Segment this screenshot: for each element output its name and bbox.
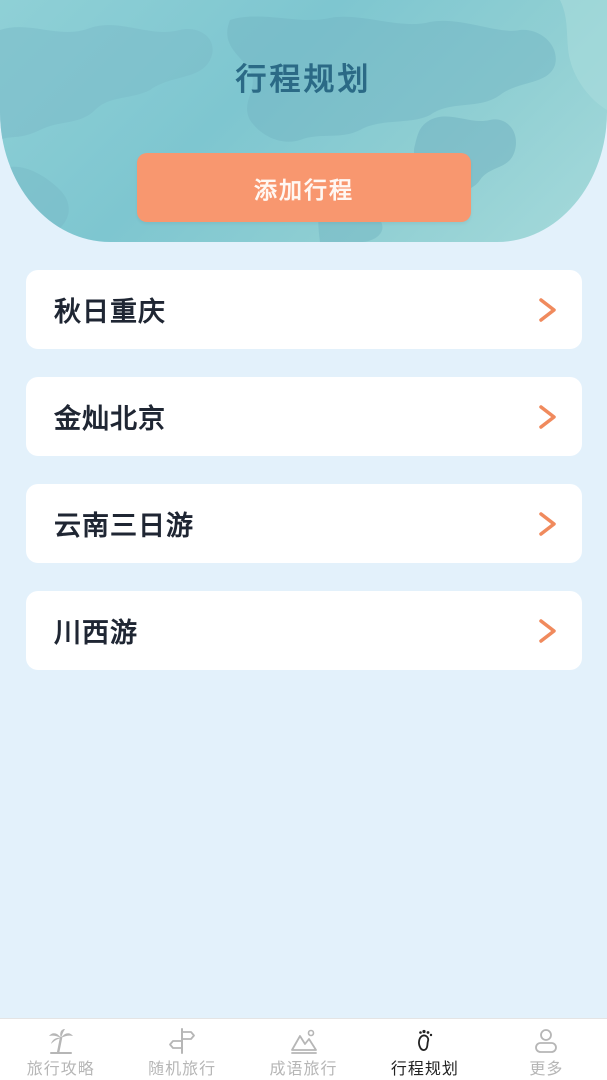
nav-tab-more[interactable]: 更多 [486,1019,607,1080]
chevron-right-icon [539,298,556,322]
add-trip-button[interactable]: 添加行程 [137,153,471,222]
mountain-icon [290,1029,317,1054]
header-banner: 行程规划 添加行程 [0,0,607,242]
chevron-right-icon [539,512,556,536]
nav-label: 成语旅行 [269,1059,338,1078]
chevron-right-icon [539,619,556,643]
trip-planning-screen: 行程规划 添加行程 秋日重庆 金灿北京 云南三日游 川西游 旅行攻略 随机旅行 … [0,0,607,1080]
user-icon [535,1029,558,1053]
nav-tab-trip-planning[interactable]: 行程规划 [364,1019,485,1080]
bottom-navigation: 旅行攻略 随机旅行 成语旅行 行程规划 更多 [0,1018,607,1080]
nav-tab-idiom-travel[interactable]: 成语旅行 [243,1019,364,1080]
chevron-right-icon [539,405,556,429]
trip-item-golden-beijing[interactable]: 金灿北京 [26,377,582,456]
signpost-icon [169,1028,196,1054]
nav-label: 行程规划 [390,1059,459,1078]
trip-item-west-sichuan[interactable]: 川西游 [26,591,582,670]
footprint-icon [417,1029,433,1051]
trip-item-yunnan-3days[interactable]: 云南三日游 [26,484,582,563]
nav-label: 随机旅行 [148,1059,217,1078]
trip-item-autumn-chongqing[interactable]: 秋日重庆 [26,270,582,349]
trip-label: 云南三日游 [54,511,194,542]
nav-tab-random-travel[interactable]: 随机旅行 [121,1019,242,1080]
page-title: 行程规划 [235,62,372,98]
nav-tab-travel-guide[interactable]: 旅行攻略 [0,1019,121,1080]
trip-list: 秋日重庆 金灿北京 云南三日游 川西游 [26,270,582,698]
trip-label: 川西游 [54,618,138,649]
nav-label: 旅行攻略 [26,1059,95,1078]
palm-tree-icon [48,1029,73,1054]
trip-label: 金灿北京 [54,404,166,435]
trip-label: 秋日重庆 [54,297,166,328]
nav-label: 更多 [529,1059,564,1078]
